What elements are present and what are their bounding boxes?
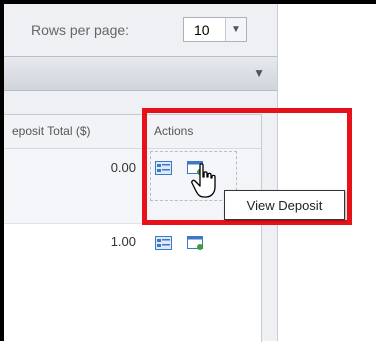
deposit-details-icon[interactable] xyxy=(155,236,172,250)
filter-bar[interactable]: ▼ xyxy=(4,56,277,91)
deposit-total-cell: 0.00 xyxy=(110,160,136,175)
rows-per-page-value: 10 xyxy=(194,22,210,38)
rows-per-page-select[interactable]: 10 ▼ xyxy=(183,17,247,42)
tooltip-text: View Deposit xyxy=(246,197,323,213)
view-deposit-tooltip: View Deposit xyxy=(224,190,345,220)
deposit-total-cell: 1.00 xyxy=(110,234,136,249)
column-header-deposit-total[interactable]: eposit Total ($) xyxy=(12,124,91,138)
rows-per-page-label: Rows per page: xyxy=(31,22,130,38)
triangle-down-icon[interactable]: ▼ xyxy=(253,66,265,80)
hand-pointer-cursor xyxy=(191,163,216,198)
table-row[interactable]: 1.00 xyxy=(4,224,261,342)
view-deposit-icon[interactable] xyxy=(187,236,204,250)
chevron-down-icon[interactable]: ▼ xyxy=(225,18,246,41)
